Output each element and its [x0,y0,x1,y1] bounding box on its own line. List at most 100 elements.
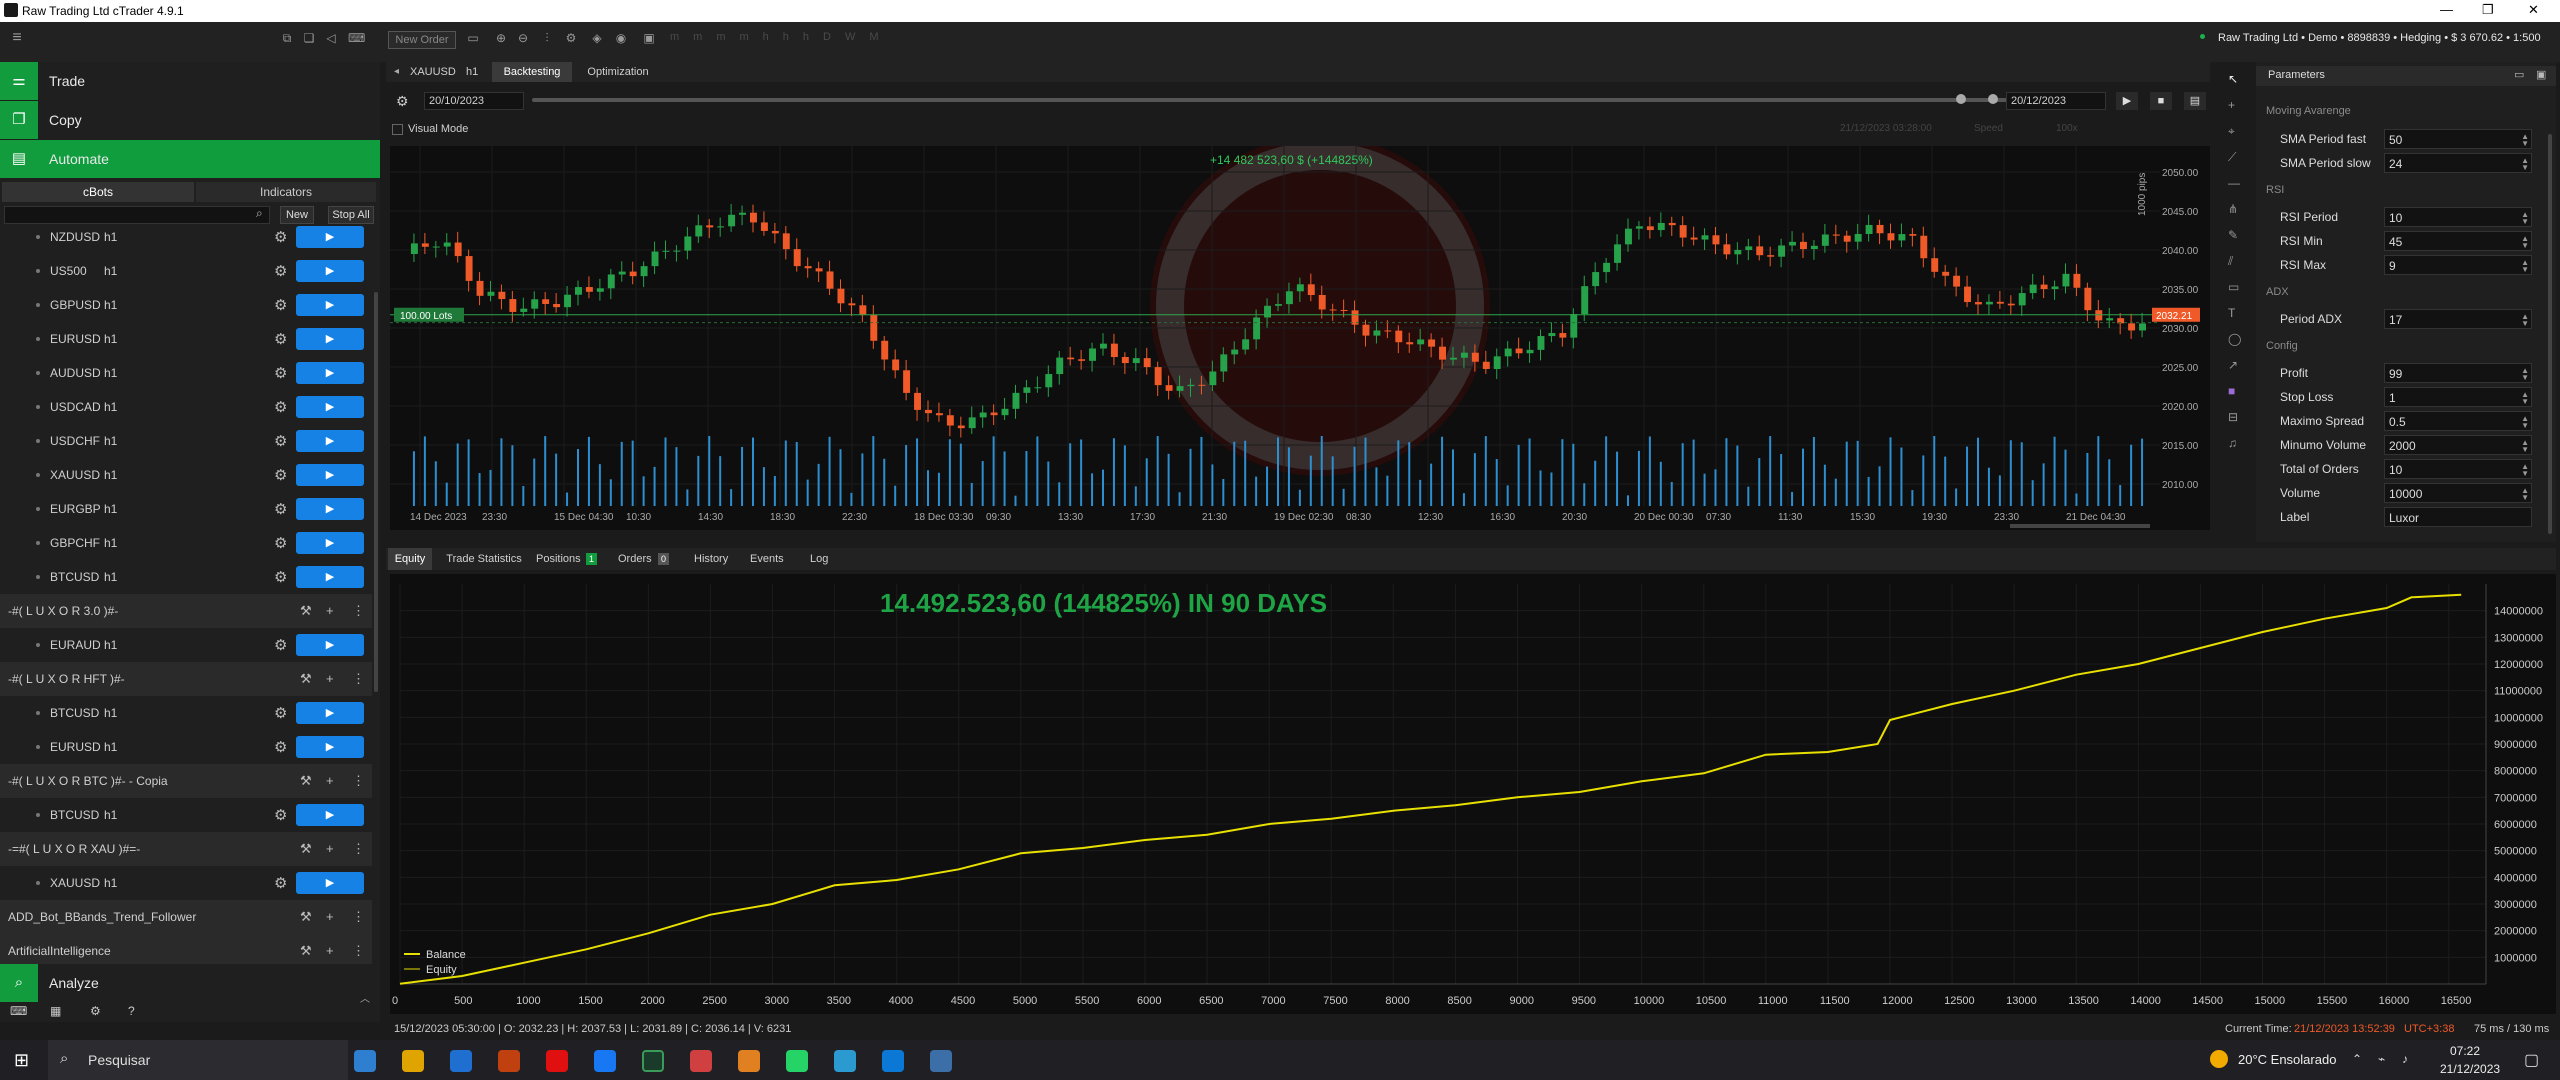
add-instance-icon[interactable]: + [326,773,334,788]
calendar-icon[interactable]: ▦ [50,1004,61,1018]
fibonacci-icon[interactable]: ⋔ [2228,202,2238,216]
crosshair-icon[interactable]: + [2228,98,2235,112]
play-button[interactable]: ▶ [296,498,364,520]
alert-icon[interactable]: ♫ [2228,436,2237,450]
cbot-icon[interactable]: ⚙ [564,31,578,45]
add-instance-icon[interactable]: + [326,841,334,856]
total-orders-input[interactable]: 10 ▲ ▼ [2384,459,2532,479]
gear-icon[interactable]: ⚙ [274,806,287,824]
parameters-scrollbar[interactable] [2548,134,2552,534]
account-summary[interactable]: Raw Trading Ltd • Demo • 8898839 • Hedgi… [2218,32,2541,44]
cbot-instance-row[interactable]: GBPUSD h1 ⚙ ▶ [0,288,372,322]
equity-chart[interactable]: 14.492.523,60 (144825%) IN 90 DAYS 10000… [390,574,2556,1014]
vscode-icon[interactable] [882,1050,904,1072]
backtest-progress-track[interactable] [532,98,2052,102]
more-icon[interactable]: ⋮ [352,773,365,789]
spinner-icon[interactable]: ▲ ▼ [2521,259,2529,274]
gear-icon[interactable]: ⚙ [274,568,287,586]
add-instance-icon[interactable]: + [326,671,334,686]
instance-timeframe[interactable]: h1 [104,502,117,516]
channel-icon[interactable]: ⫽ [2228,254,2233,269]
play-button[interactable]: ▶ [296,294,364,316]
windows-start-icon[interactable]: ⊞ [14,1050,29,1071]
gear-icon[interactable]: ⚙ [274,330,287,348]
settings-icon[interactable]: ⚙ [90,1004,101,1018]
spinner-icon[interactable]: ▲ ▼ [2521,367,2529,382]
chart-timeframe[interactable]: h1 [466,66,478,78]
cbot-instance-row[interactable]: AUDUSD h1 ⚙ ▶ [0,356,372,390]
tab-orders[interactable]: Orders [618,548,658,570]
end-date-input[interactable]: 20/12/2023 [2006,92,2106,110]
cbot-group-row[interactable]: -#( L U X O R 3.0 )#- ⚒ + ⋮ [0,594,372,628]
tab-positions[interactable]: Positions [536,548,586,570]
facebook-icon[interactable] [594,1050,616,1072]
spinner-icon[interactable]: ▲ ▼ [2521,487,2529,502]
play-button[interactable]: ▶ [296,736,364,758]
gear-icon[interactable]: ⚙ [274,466,287,484]
spinner-icon[interactable]: ▲ ▼ [2521,415,2529,430]
instance-symbol[interactable]: BTCUSD [50,706,99,720]
cbot-instance-row[interactable]: NZDUSD h1 ⚙ ▶ [0,226,372,254]
instance-symbol[interactable]: NZDUSD [50,230,100,244]
play-button[interactable]: ▶ [296,396,364,418]
minimize-icon[interactable]: — [2440,2,2453,17]
cbot-instance-row[interactable]: EURAUD h1 ⚙ ▶ [0,628,372,662]
shortcuts-icon[interactable]: ⌨ [10,1004,27,1018]
add-instance-icon[interactable]: + [326,603,334,618]
notepad-icon[interactable] [930,1050,952,1072]
cbot-instance-row[interactable]: USDCHF h1 ⚙ ▶ [0,424,372,458]
cbot-instance-row[interactable]: GBPCHF h1 ⚙ ▶ [0,526,372,560]
nav-copy[interactable]: ❐ Copy [0,101,380,139]
instance-timeframe[interactable]: h1 [104,536,117,550]
zoom-in-icon[interactable]: ⊕ [494,31,508,45]
taskbar-time[interactable]: 07:22 [2450,1044,2480,1058]
instance-timeframe[interactable]: h1 [104,298,117,312]
cbot-group-row[interactable]: -#( L U X O R BTC )#- - Copia ⚒ + ⋮ [0,764,372,798]
tab-backtesting[interactable]: Backtesting [492,62,572,82]
instance-timeframe[interactable]: h1 [104,876,117,890]
play-button[interactable]: ▶ [296,634,364,656]
volume-icon[interactable]: ♪ [2402,1052,2408,1066]
gear-icon[interactable]: ⚙ [274,398,287,416]
gear-icon[interactable]: ⚙ [274,364,287,382]
spinner-icon[interactable]: ▲ ▼ [2521,133,2529,148]
weather-label[interactable]: 20°C Ensolarado [2238,1052,2336,1067]
gear-icon[interactable]: ⚙ [274,704,287,722]
instance-timeframe[interactable]: h1 [104,434,117,448]
cbot-instance-row[interactable]: US500 h1 ⚙ ▶ [0,254,372,288]
cbot-group-row[interactable]: ADD_Bot_BBands_Trend_Follower ⚒ + ⋮ [0,900,372,934]
add-instance-icon[interactable]: + [326,909,334,924]
magnet-icon[interactable]: ⌖ [2228,124,2235,139]
objects-icon[interactable]: ◈ [590,31,604,45]
instance-timeframe[interactable]: h1 [104,332,117,346]
chart-symbol[interactable]: XAUUSD [410,66,456,78]
backtest-report-icon[interactable]: ▤ [2184,92,2206,110]
parameters-save-icon[interactable]: ▭ [2514,68,2524,81]
rsi-min-input[interactable]: 45 ▲ ▼ [2384,231,2532,251]
instance-symbol[interactable]: EURUSD [50,332,101,346]
tab-optimization[interactable]: Optimization [578,62,658,82]
sma-fast-input[interactable]: 50 ▲ ▼ [2384,129,2532,149]
shape-icon[interactable]: ◯ [2228,332,2241,346]
chart-close-icon[interactable]: ◂ [394,66,399,77]
tab-log[interactable]: Log [810,548,840,570]
play-button[interactable]: ▶ [296,430,364,452]
cbot-instance-row[interactable]: EURUSD h1 ⚙ ▶ [0,730,372,764]
instance-symbol[interactable]: AUDUSD [50,366,101,380]
network-icon[interactable]: ⌁ [2378,1052,2385,1066]
min-volume-input[interactable]: 2000 ▲ ▼ [2384,435,2532,455]
instance-symbol[interactable]: XAUUSD [50,876,100,890]
instance-symbol[interactable]: EURGBP [50,502,101,516]
stop-all-button[interactable]: Stop All [328,206,374,224]
spinner-icon[interactable]: ▲ ▼ [2521,211,2529,226]
build-icon[interactable]: ⚒ [300,773,312,789]
notification-icon[interactable]: ▢ [2524,1050,2539,1070]
gear-icon[interactable]: ⚙ [274,228,287,246]
instance-symbol[interactable]: US500 [50,264,87,278]
build-icon[interactable]: ⚒ [300,943,312,959]
layout-icon[interactable]: ⧉ [280,31,294,45]
instance-timeframe[interactable]: h1 [104,808,117,822]
nav-trade[interactable]: ⚌ Trade [0,62,380,100]
chrome-profile-icon[interactable] [738,1050,760,1072]
more-icon[interactable]: ⋮ [352,943,365,959]
